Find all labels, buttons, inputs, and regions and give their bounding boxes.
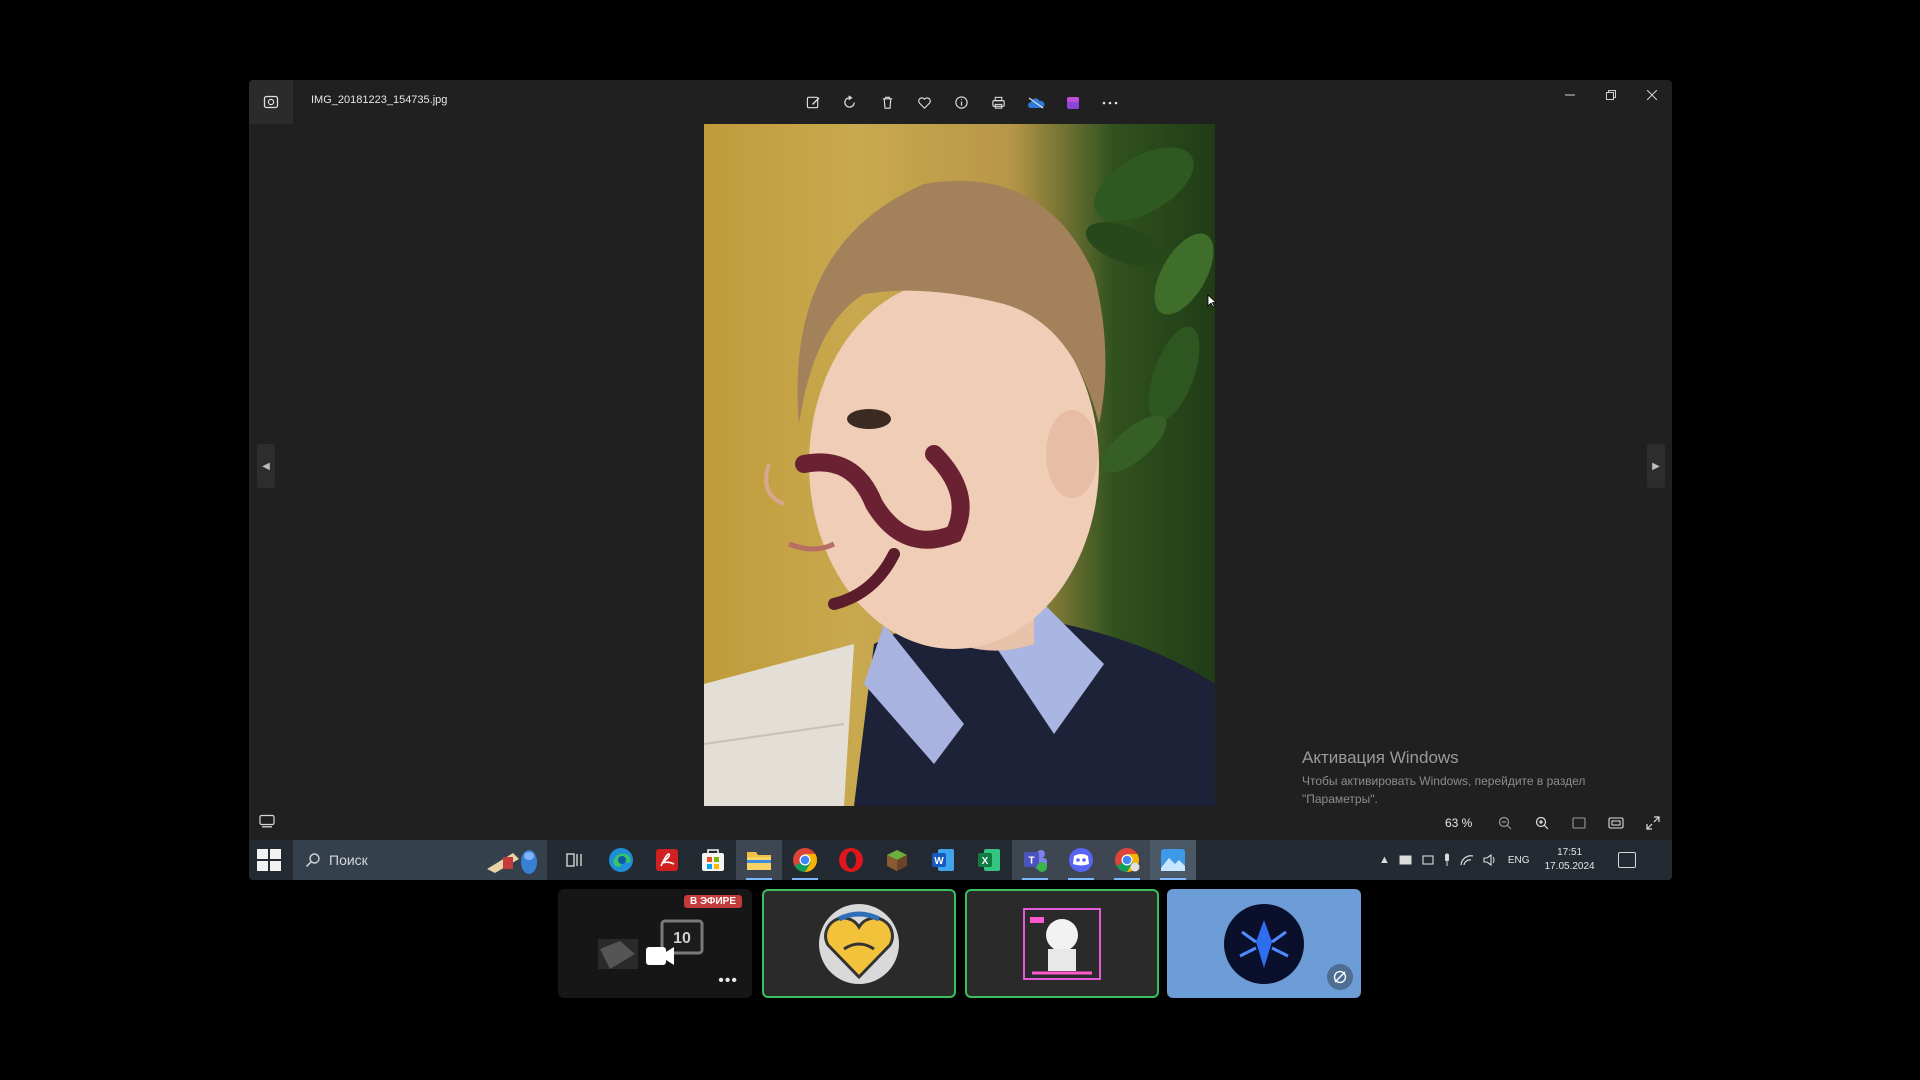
taskbar-clock[interactable]: 17:51 17.05.2024 (1545, 846, 1595, 874)
actual-size-icon[interactable] (1567, 812, 1591, 834)
acrobat-icon[interactable] (644, 840, 690, 880)
file-explorer-icon[interactable] (736, 840, 782, 880)
task-view-icon[interactable] (552, 840, 598, 880)
microsoft-store-icon[interactable] (690, 840, 736, 880)
opera-icon[interactable] (828, 840, 874, 880)
chrome-icon[interactable] (782, 840, 828, 880)
delete-icon[interactable] (873, 88, 902, 117)
edge-icon[interactable] (598, 840, 644, 880)
info-icon[interactable] (947, 88, 976, 117)
language-indicator[interactable]: ENG (1508, 855, 1530, 866)
zoom-in-icon[interactable] (1530, 812, 1554, 834)
system-tray: ▲ ENG 17:51 17.05.2024 (1379, 840, 1636, 880)
excel-icon[interactable]: X (966, 840, 1012, 880)
svg-text:X: X (982, 856, 989, 867)
clock-date: 17.05.2024 (1544, 861, 1595, 872)
favorite-icon[interactable] (910, 88, 939, 117)
svg-text:10: 10 (673, 930, 691, 947)
battery-icon[interactable] (1399, 855, 1413, 865)
camera-off-icon (1327, 964, 1353, 990)
shared-screen: IMG_20181223_154735.jpg ◀ ▶ Активация Wi… (249, 80, 1672, 880)
participant-tile-4[interactable] (1167, 889, 1361, 998)
edit-icon[interactable] (799, 88, 828, 117)
next-image-button[interactable]: ▶ (1647, 444, 1665, 488)
clipchamp-icon[interactable] (1058, 88, 1087, 117)
print-icon[interactable] (984, 88, 1013, 117)
svg-text:W: W (934, 856, 944, 867)
more-options-icon[interactable]: ••• (718, 972, 738, 990)
file-name: IMG_20181223_154735.jpg (311, 94, 448, 106)
viewer-bottom-bar: 63 % (249, 806, 1672, 840)
participant-tile-3[interactable] (965, 889, 1159, 998)
microphone-icon[interactable] (1443, 853, 1451, 867)
chevron-up-icon[interactable]: ▲ (1379, 854, 1390, 866)
restore-button[interactable] (1590, 80, 1631, 110)
activation-watermark-title: Активация Windows (1302, 748, 1459, 767)
photo-image (704, 124, 1215, 806)
zoom-out-icon[interactable] (1493, 812, 1517, 834)
teams-icon[interactable]: T (1012, 840, 1058, 880)
activation-watermark-text: Чтобы активировать Windows, перейдите в … (1302, 774, 1586, 806)
previous-image-button[interactable]: ◀ (257, 444, 275, 488)
volume-icon[interactable] (1483, 854, 1497, 866)
filmstrip-icon[interactable] (259, 814, 275, 833)
live-badge: В ЭФИРЕ (683, 895, 742, 908)
network-icon[interactable] (1460, 854, 1474, 866)
search-highlight-icon (487, 850, 537, 874)
minimize-button[interactable] (1549, 80, 1590, 110)
windows-taskbar: Поиск W X T ▲ ENG 17:51 17.05.2024 (249, 840, 1672, 880)
avatar-spider-icon (1224, 903, 1304, 984)
search-icon (305, 853, 320, 868)
window-controls (1549, 80, 1672, 110)
more-icon[interactable] (1095, 88, 1124, 117)
camera-icon[interactable] (1422, 854, 1434, 866)
live-stream-illustration: 10 (598, 919, 704, 969)
taskbar-search-box[interactable]: Поиск (293, 840, 547, 880)
start-button[interactable] (257, 849, 281, 871)
image-toolbar (799, 88, 1124, 117)
clock-time: 17:51 (1557, 847, 1583, 858)
fit-to-window-icon[interactable] (1604, 812, 1628, 834)
discord-icon[interactable] (1058, 840, 1104, 880)
mouse-cursor-icon (1207, 294, 1217, 308)
fullscreen-icon[interactable] (1641, 812, 1665, 834)
photos-icon[interactable] (1150, 840, 1196, 880)
taskbar-apps: W X T (552, 840, 1196, 880)
close-button[interactable] (1631, 80, 1672, 110)
rotate-icon[interactable] (836, 88, 865, 117)
photos-app-icon[interactable] (249, 80, 293, 124)
zoom-level: 63 % (1445, 816, 1473, 830)
avatar-heart-icon (819, 903, 899, 984)
title-bar: IMG_20181223_154735.jpg (249, 80, 1672, 124)
participant-tile-live[interactable]: 10 В ЭФИРЕ ••• (558, 889, 752, 998)
onedrive-icon[interactable] (1021, 88, 1050, 117)
chrome-profile-icon[interactable] (1104, 840, 1150, 880)
minecraft-icon[interactable] (874, 840, 920, 880)
search-placeholder: Поиск (329, 852, 368, 868)
participant-tile-2[interactable] (762, 889, 956, 998)
word-icon[interactable]: W (920, 840, 966, 880)
svg-text:T: T (1028, 856, 1034, 867)
avatar-neon-icon (1023, 907, 1101, 980)
notification-center-icon[interactable] (1617, 852, 1636, 868)
photo-illustration (704, 147, 1215, 806)
